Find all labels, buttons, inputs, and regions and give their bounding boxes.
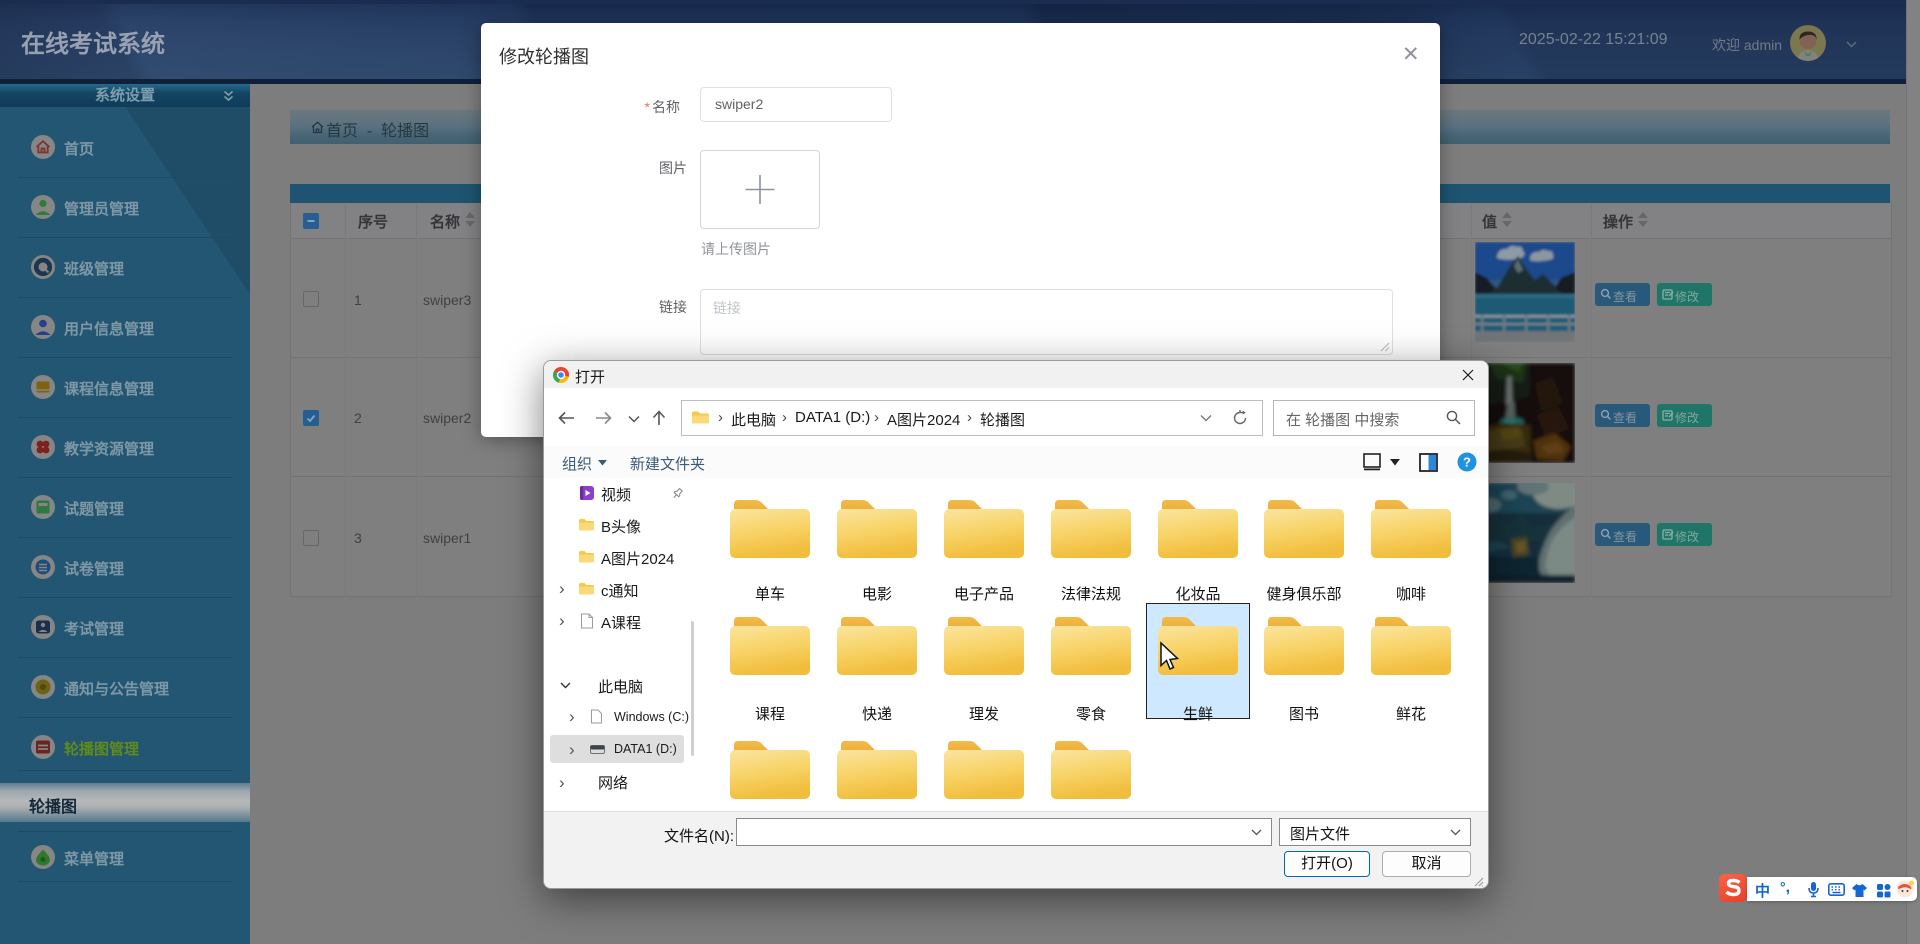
svg-text:?: ? xyxy=(1463,455,1471,470)
